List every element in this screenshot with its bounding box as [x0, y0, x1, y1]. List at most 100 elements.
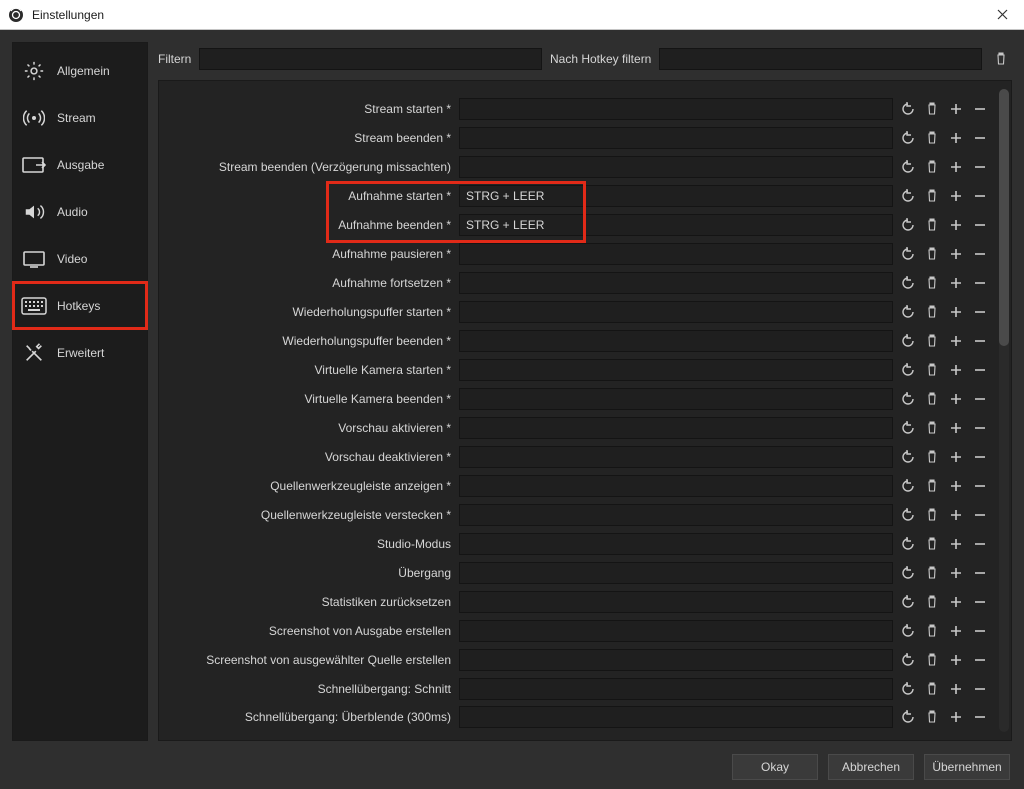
remove-hotkey-button[interactable] [969, 185, 991, 207]
add-hotkey-button[interactable] [945, 214, 967, 236]
hotkey-input[interactable] [459, 156, 893, 178]
add-hotkey-button[interactable] [945, 678, 967, 700]
reset-hotkey-button[interactable] [897, 214, 919, 236]
remove-hotkey-button[interactable] [969, 127, 991, 149]
add-hotkey-button[interactable] [945, 504, 967, 526]
sidebar-item-stream[interactable]: Stream [13, 94, 147, 141]
hotkey-input[interactable]: STRG + LEER [459, 185, 893, 207]
hotkey-input[interactable] [459, 417, 893, 439]
reset-hotkey-button[interactable] [897, 156, 919, 178]
reset-hotkey-button[interactable] [897, 185, 919, 207]
clear-hotkey-button[interactable] [921, 504, 943, 526]
remove-hotkey-button[interactable] [969, 475, 991, 497]
apply-button[interactable]: Übernehmen [924, 754, 1010, 780]
reset-hotkey-button[interactable] [897, 591, 919, 613]
remove-hotkey-button[interactable] [969, 214, 991, 236]
hotkey-input[interactable] [459, 301, 893, 323]
clear-hotkey-button[interactable] [921, 98, 943, 120]
clear-hotkey-button[interactable] [921, 706, 943, 728]
remove-hotkey-button[interactable] [969, 504, 991, 526]
clear-hotkey-button[interactable] [921, 127, 943, 149]
clear-hotkey-button[interactable] [921, 214, 943, 236]
add-hotkey-button[interactable] [945, 185, 967, 207]
add-hotkey-button[interactable] [945, 156, 967, 178]
remove-hotkey-button[interactable] [969, 359, 991, 381]
hotkey-input[interactable] [459, 591, 893, 613]
add-hotkey-button[interactable] [945, 533, 967, 555]
hotkey-input[interactable] [459, 98, 893, 120]
clear-hotkey-button[interactable] [921, 533, 943, 555]
add-hotkey-button[interactable] [945, 243, 967, 265]
clear-hotkey-button[interactable] [921, 562, 943, 584]
reset-hotkey-button[interactable] [897, 243, 919, 265]
hotkey-input[interactable] [459, 243, 893, 265]
sidebar-item-ausgabe[interactable]: Ausgabe [13, 141, 147, 188]
hotkey-input[interactable] [459, 649, 893, 671]
clear-filters-button[interactable] [990, 48, 1012, 70]
add-hotkey-button[interactable] [945, 301, 967, 323]
hotkey-input[interactable] [459, 706, 893, 728]
remove-hotkey-button[interactable] [969, 156, 991, 178]
reset-hotkey-button[interactable] [897, 127, 919, 149]
scrollbar[interactable] [999, 89, 1009, 732]
add-hotkey-button[interactable] [945, 620, 967, 642]
hotkey-input[interactable] [459, 620, 893, 642]
remove-hotkey-button[interactable] [969, 330, 991, 352]
clear-hotkey-button[interactable] [921, 649, 943, 671]
reset-hotkey-button[interactable] [897, 533, 919, 555]
add-hotkey-button[interactable] [945, 388, 967, 410]
add-hotkey-button[interactable] [945, 591, 967, 613]
remove-hotkey-button[interactable] [969, 706, 991, 728]
clear-hotkey-button[interactable] [921, 678, 943, 700]
reset-hotkey-button[interactable] [897, 446, 919, 468]
add-hotkey-button[interactable] [945, 706, 967, 728]
sidebar-item-hotkeys[interactable]: Hotkeys [13, 282, 147, 329]
sidebar-item-audio[interactable]: Audio [13, 188, 147, 235]
reset-hotkey-button[interactable] [897, 301, 919, 323]
filter-input[interactable] [199, 48, 542, 70]
add-hotkey-button[interactable] [945, 330, 967, 352]
hotkey-input[interactable] [459, 475, 893, 497]
remove-hotkey-button[interactable] [969, 591, 991, 613]
reset-hotkey-button[interactable] [897, 417, 919, 439]
reset-hotkey-button[interactable] [897, 504, 919, 526]
clear-hotkey-button[interactable] [921, 388, 943, 410]
hotkey-input[interactable] [459, 330, 893, 352]
remove-hotkey-button[interactable] [969, 649, 991, 671]
clear-hotkey-button[interactable] [921, 243, 943, 265]
sidebar-item-allgemein[interactable]: Allgemein [13, 47, 147, 94]
clear-hotkey-button[interactable] [921, 185, 943, 207]
reset-hotkey-button[interactable] [897, 620, 919, 642]
remove-hotkey-button[interactable] [969, 301, 991, 323]
remove-hotkey-button[interactable] [969, 272, 991, 294]
clear-hotkey-button[interactable] [921, 359, 943, 381]
hotkey-input[interactable] [459, 359, 893, 381]
reset-hotkey-button[interactable] [897, 649, 919, 671]
reset-hotkey-button[interactable] [897, 678, 919, 700]
reset-hotkey-button[interactable] [897, 359, 919, 381]
hotkey-input[interactable] [459, 272, 893, 294]
remove-hotkey-button[interactable] [969, 417, 991, 439]
reset-hotkey-button[interactable] [897, 562, 919, 584]
remove-hotkey-button[interactable] [969, 533, 991, 555]
hotkey-filter-input[interactable] [659, 48, 982, 70]
remove-hotkey-button[interactable] [969, 562, 991, 584]
hotkey-input[interactable] [459, 127, 893, 149]
add-hotkey-button[interactable] [945, 475, 967, 497]
hotkey-input[interactable] [459, 562, 893, 584]
clear-hotkey-button[interactable] [921, 301, 943, 323]
reset-hotkey-button[interactable] [897, 388, 919, 410]
add-hotkey-button[interactable] [945, 127, 967, 149]
hotkey-input[interactable] [459, 678, 893, 700]
clear-hotkey-button[interactable] [921, 272, 943, 294]
clear-hotkey-button[interactable] [921, 417, 943, 439]
clear-hotkey-button[interactable] [921, 446, 943, 468]
hotkey-input[interactable] [459, 446, 893, 468]
scrollbar-thumb[interactable] [999, 89, 1009, 346]
remove-hotkey-button[interactable] [969, 98, 991, 120]
hotkey-input[interactable] [459, 388, 893, 410]
sidebar-item-erweitert[interactable]: Erweitert [13, 329, 147, 376]
ok-button[interactable]: Okay [732, 754, 818, 780]
window-close-button[interactable] [988, 1, 1016, 29]
remove-hotkey-button[interactable] [969, 446, 991, 468]
